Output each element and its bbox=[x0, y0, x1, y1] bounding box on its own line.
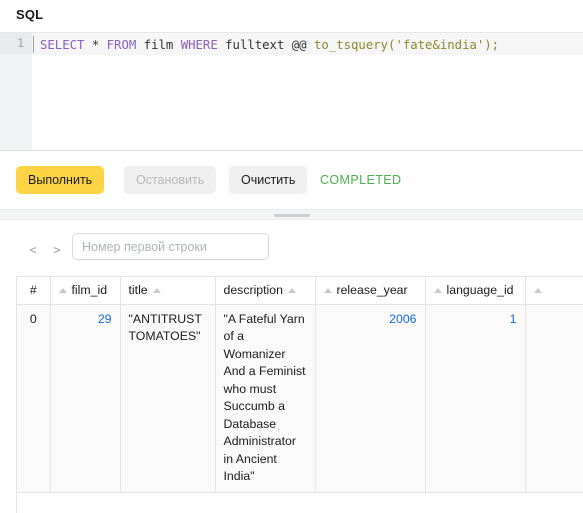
cell-film-id[interactable]: 29 bbox=[50, 304, 121, 493]
code-token: ); bbox=[484, 38, 500, 52]
code-token: 'fate&india' bbox=[395, 38, 485, 52]
column-header-title[interactable]: title bbox=[120, 277, 216, 305]
code-token: fulltext bbox=[225, 38, 285, 52]
page-title: SQL bbox=[16, 7, 44, 22]
cell-language-id[interactable]: 1 bbox=[425, 304, 526, 493]
sql-code-text[interactable]: SELECT * FROM film WHERE fulltext @@ to_… bbox=[32, 33, 583, 150]
result-grid[interactable]: # film_id title description release_year lang… bbox=[16, 276, 583, 513]
line-number: 1 bbox=[17, 36, 24, 50]
column-header-extra[interactable] bbox=[525, 277, 583, 305]
table-body: 0 29 "ANTITRUST TOMATOES" "A Fateful Yarn o… bbox=[17, 304, 583, 493]
table-header-row: # film_id title description release_year lang… bbox=[17, 277, 583, 305]
cell-release-year[interactable]: 2006 bbox=[315, 304, 426, 493]
column-header-label: film_id bbox=[71, 283, 108, 297]
cell-index[interactable]: 0 bbox=[17, 304, 51, 493]
panel-splitter[interactable] bbox=[0, 209, 583, 220]
sort-ascending-icon[interactable] bbox=[152, 287, 161, 293]
next-page-button[interactable]: > bbox=[46, 236, 68, 262]
first-row-number-input[interactable] bbox=[72, 233, 269, 260]
code-token: FROM bbox=[106, 38, 137, 52]
table-row[interactable]: 0 29 "ANTITRUST TOMATOES" "A Fateful Yarn o… bbox=[17, 304, 583, 493]
code-token: @@ bbox=[291, 38, 307, 52]
column-header-label: language_id bbox=[446, 283, 514, 297]
run-button[interactable]: Выполнить bbox=[16, 166, 105, 194]
sort-ascending-icon[interactable] bbox=[323, 287, 332, 293]
code-token: to_tsquery( bbox=[314, 38, 396, 52]
sort-ascending-icon[interactable] bbox=[58, 287, 67, 293]
sort-ascending-icon[interactable] bbox=[433, 287, 442, 293]
editor-gutter-active-line bbox=[0, 33, 32, 55]
cell-title[interactable]: "ANTITRUST TOMATOES" bbox=[120, 304, 216, 493]
stop-button: Остановить bbox=[124, 166, 217, 194]
column-header-label: title bbox=[128, 283, 148, 297]
sql-query-panel: SQL 1 SELECT * FROM film WHERE fulltext … bbox=[0, 0, 583, 513]
status-badge: COMPLETED bbox=[320, 173, 402, 187]
sort-ascending-icon[interactable] bbox=[287, 287, 296, 293]
cell-extra[interactable] bbox=[525, 304, 583, 493]
clear-button[interactable]: Очистить bbox=[229, 166, 308, 194]
column-header-description[interactable]: description bbox=[215, 277, 316, 305]
editor-gutter: 1 bbox=[0, 33, 32, 150]
column-header-index[interactable]: # bbox=[17, 277, 51, 305]
column-header-label: # bbox=[29, 283, 37, 297]
column-header-language_id[interactable]: language_id bbox=[425, 277, 526, 305]
sort-ascending-icon[interactable] bbox=[533, 287, 542, 293]
previous-page-button[interactable]: < bbox=[22, 236, 44, 262]
code-token: SELECT bbox=[40, 38, 85, 52]
sql-editor[interactable]: 1 SELECT * FROM film WHERE fulltext @@ t… bbox=[0, 32, 583, 151]
result-pagination: < > bbox=[0, 228, 583, 270]
editor-toolbar: Выполнить Остановить Очистить COMPLETED bbox=[0, 152, 583, 207]
column-header-film_id[interactable]: film_id bbox=[50, 277, 121, 305]
drag-handle-icon[interactable] bbox=[273, 214, 310, 217]
column-header-release_year[interactable]: release_year bbox=[315, 277, 426, 305]
column-header-label: description bbox=[223, 283, 283, 297]
result-table: # film_id title description release_year lang… bbox=[17, 277, 583, 493]
cell-description[interactable]: "A Fateful Yarn of a Womanizer And a Fem… bbox=[215, 304, 316, 493]
code-token: film bbox=[143, 38, 174, 52]
code-token: WHERE bbox=[180, 38, 218, 52]
column-header-label: release_year bbox=[336, 283, 408, 297]
